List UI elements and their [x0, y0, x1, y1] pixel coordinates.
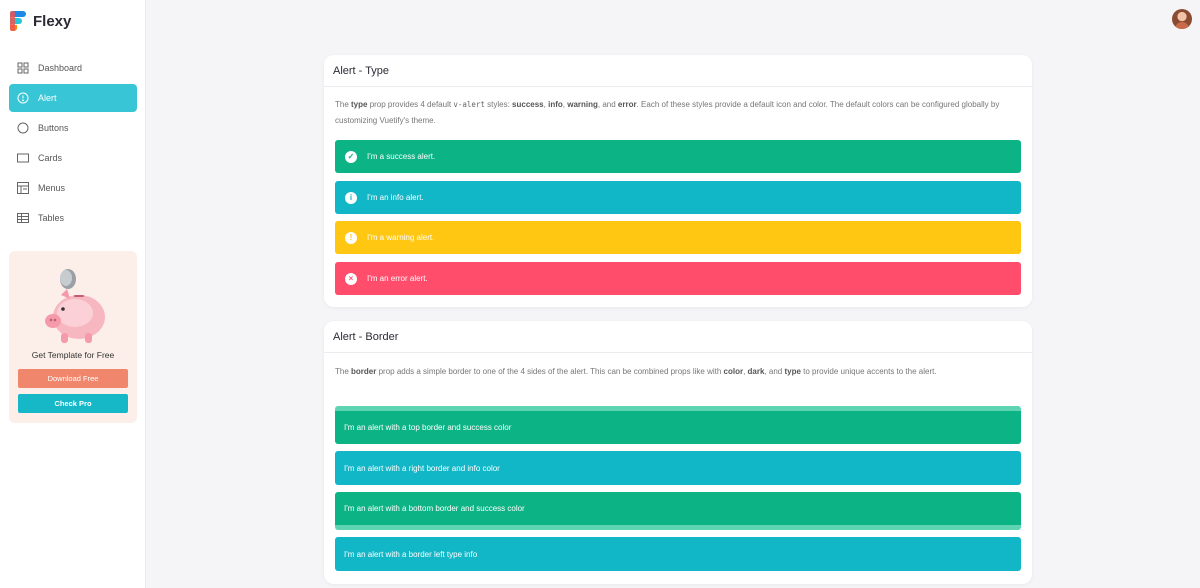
error-alert: × I'm an error alert.	[335, 262, 1021, 295]
sidebar: Flexy Dashboard Alert Buttons Cards Menu…	[0, 0, 146, 588]
alert-text: I'm an alert with a bottom border and su…	[344, 504, 525, 513]
alert-text: I'm an alert with a top border and succe…	[344, 423, 512, 432]
alert-text: I'm an error alert.	[367, 274, 428, 283]
sidebar-item-tables[interactable]: Tables	[9, 204, 137, 232]
bottom-border-alert: I'm an alert with a bottom border and su…	[335, 492, 1021, 530]
sidebar-item-menus[interactable]: Menus	[9, 174, 137, 202]
alert-text: I'm an alert with a border left type inf…	[344, 549, 478, 559]
download-free-button[interactable]: Download Free	[18, 369, 128, 388]
card-description: The border prop adds a simple border to …	[335, 367, 937, 376]
alert-type-card: Alert - Type The type prop provides 4 de…	[324, 55, 1032, 307]
circle-icon	[17, 122, 29, 134]
warning-alert: ! I'm a warning alert.	[335, 221, 1021, 254]
sidebar-item-label: Menus	[38, 183, 66, 193]
check-circle-icon: ✓	[345, 150, 357, 163]
sidebar-item-label: Dashboard	[38, 63, 83, 73]
promo-card: Get Template for Free Download Free Chec…	[9, 251, 137, 423]
sidebar-item-dashboard[interactable]: Dashboard	[9, 54, 137, 82]
info-alert: i I'm an info alert.	[335, 181, 1021, 214]
alert-text: I'm a success alert.	[367, 152, 436, 161]
sidebar-nav: Dashboard Alert Buttons Cards Menus Tabl…	[9, 54, 137, 234]
brand[interactable]: Flexy	[10, 9, 71, 33]
top-border-alert: I'm an alert with a top border and succe…	[335, 406, 1021, 444]
sidebar-item-label: Tables	[38, 213, 65, 223]
user-avatar[interactable]	[1172, 9, 1192, 29]
card-title: Alert - Border	[324, 321, 1032, 353]
sidebar-item-buttons[interactable]: Buttons	[9, 114, 137, 142]
dashboard-icon	[17, 62, 29, 74]
close-circle-icon: ×	[345, 272, 357, 285]
check-pro-button[interactable]: Check Pro	[18, 394, 128, 413]
sidebar-item-label: Buttons	[38, 123, 69, 133]
brand-name: Flexy	[33, 12, 72, 30]
card-title: Alert - Type	[324, 55, 1032, 87]
alert-text: I'm an alert with a right border and inf…	[344, 463, 500, 473]
info-circle-icon: i	[345, 191, 357, 204]
left-border-alert: I'm an alert with a border left type inf…	[335, 537, 1021, 571]
right-border-alert: I'm an alert with a right border and inf…	[335, 451, 1021, 485]
sidebar-item-label: Alert	[38, 93, 57, 103]
card-description: The type prop provides 4 default v-alert…	[335, 100, 1000, 125]
sidebar-item-label: Cards	[38, 153, 63, 163]
exclamation-circle-icon: !	[345, 231, 357, 244]
sidebar-item-alert[interactable]: Alert	[9, 84, 137, 112]
alert-text: I'm a warning alert.	[367, 233, 435, 242]
table-icon	[17, 212, 29, 224]
card-icon	[17, 152, 29, 164]
alert-text: I'm an info alert.	[367, 193, 424, 202]
menu-icon	[17, 182, 29, 194]
success-alert: ✓ I'm a success alert.	[335, 140, 1021, 173]
sidebar-item-cards[interactable]: Cards	[9, 144, 137, 172]
info-circle-icon	[17, 92, 29, 104]
promo-title: Get Template for Free	[31, 350, 115, 360]
flexy-logo-icon	[10, 11, 26, 31]
piggy-bank-illustration	[45, 269, 105, 343]
alert-border-card: Alert - Border The border prop adds a si…	[324, 321, 1032, 584]
